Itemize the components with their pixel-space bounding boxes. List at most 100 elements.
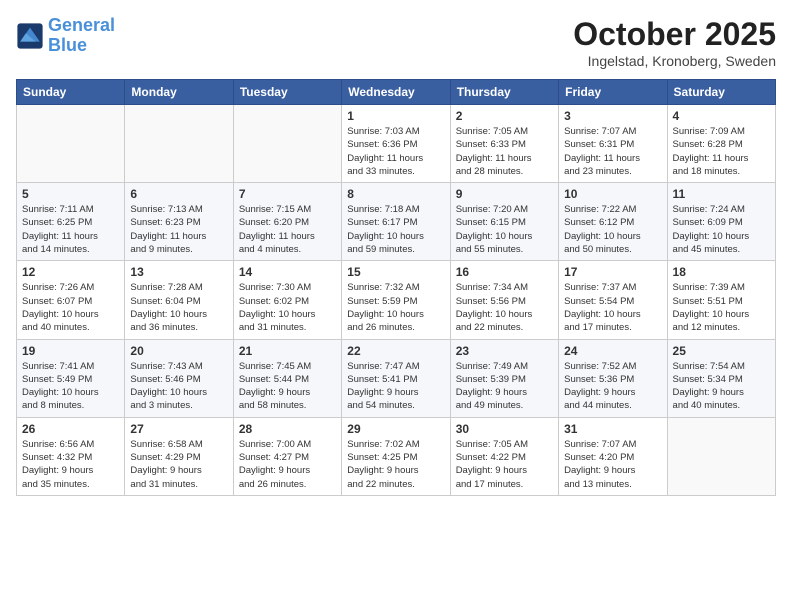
day-content: Sunrise: 7:03 AM Sunset: 6:36 PM Dayligh… [347,125,444,178]
calendar-day-cell: 14 Sunrise: 7:30 AM Sunset: 6:02 PM Dayli… [233,261,341,339]
day-number: 14 [239,265,336,279]
logo-text: GeneralBlue [48,16,115,56]
day-number: 2 [456,109,553,123]
calendar-week-row: 26 Sunrise: 6:56 AM Sunset: 4:32 PM Dayli… [17,417,776,495]
day-number: 15 [347,265,444,279]
day-content: Sunrise: 7:54 AM Sunset: 5:34 PM Dayligh… [673,360,770,413]
day-number: 21 [239,344,336,358]
calendar-week-row: 5 Sunrise: 7:11 AM Sunset: 6:25 PM Daylig… [17,183,776,261]
calendar-empty-cell [125,105,233,183]
calendar-day-cell: 9 Sunrise: 7:20 AM Sunset: 6:15 PM Daylig… [450,183,558,261]
title-block: October 2025 Ingelstad, Kronoberg, Swede… [573,16,776,69]
calendar-empty-cell [667,417,775,495]
day-number: 3 [564,109,661,123]
month-title: October 2025 [573,16,776,53]
calendar-week-row: 19 Sunrise: 7:41 AM Sunset: 5:49 PM Dayli… [17,339,776,417]
day-content: Sunrise: 7:34 AM Sunset: 5:56 PM Dayligh… [456,281,553,334]
calendar-day-cell: 13Sunrise: 7:28 AM Sunset: 6:04 PM Dayli… [125,261,233,339]
calendar-day-cell: 26 Sunrise: 6:56 AM Sunset: 4:32 PM Dayli… [17,417,125,495]
calendar-day-cell: 19 Sunrise: 7:41 AM Sunset: 5:49 PM Dayli… [17,339,125,417]
calendar-week-row: 12Sunrise: 7:26 AM Sunset: 6:07 PM Dayli… [17,261,776,339]
day-content: Sunrise: 7:05 AM Sunset: 6:33 PM Dayligh… [456,125,553,178]
day-number: 22 [347,344,444,358]
day-number: 25 [673,344,770,358]
day-of-week-header: Tuesday [233,80,341,105]
day-content: Sunrise: 7:30 AM Sunset: 6:02 PM Dayligh… [239,281,336,334]
day-number: 28 [239,422,336,436]
calendar-day-cell: 4Sunrise: 7:09 AM Sunset: 6:28 PM Daylig… [667,105,775,183]
calendar-empty-cell [17,105,125,183]
calendar-day-cell: 25 Sunrise: 7:54 AM Sunset: 5:34 PM Dayli… [667,339,775,417]
day-content: Sunrise: 7:24 AM Sunset: 6:09 PM Dayligh… [673,203,770,256]
location: Ingelstad, Kronoberg, Sweden [573,53,776,69]
day-number: 8 [347,187,444,201]
day-content: Sunrise: 7:18 AM Sunset: 6:17 PM Dayligh… [347,203,444,256]
day-of-week-header: Monday [125,80,233,105]
day-number: 17 [564,265,661,279]
day-content: Sunrise: 7:39 AM Sunset: 5:51 PM Dayligh… [673,281,770,334]
calendar-day-cell: 17 Sunrise: 7:37 AM Sunset: 5:54 PM Dayli… [559,261,667,339]
day-number: 31 [564,422,661,436]
calendar-day-cell: 15Sunrise: 7:32 AM Sunset: 5:59 PM Dayli… [342,261,450,339]
calendar-day-cell: 12Sunrise: 7:26 AM Sunset: 6:07 PM Dayli… [17,261,125,339]
day-content: Sunrise: 7:52 AM Sunset: 5:36 PM Dayligh… [564,360,661,413]
calendar-header-row: SundayMondayTuesdayWednesdayThursdayFrid… [17,80,776,105]
calendar-day-cell: 21 Sunrise: 7:45 AM Sunset: 5:44 PM Dayli… [233,339,341,417]
calendar-day-cell: 5 Sunrise: 7:11 AM Sunset: 6:25 PM Daylig… [17,183,125,261]
calendar-day-cell: 7Sunrise: 7:15 AM Sunset: 6:20 PM Daylig… [233,183,341,261]
page: GeneralBlue October 2025 Ingelstad, Kron… [0,0,792,612]
logo-icon [16,22,44,50]
day-number: 24 [564,344,661,358]
calendar-day-cell: 3 Sunrise: 7:07 AM Sunset: 6:31 PM Daylig… [559,105,667,183]
day-number: 10 [564,187,661,201]
day-number: 26 [22,422,119,436]
day-content: Sunrise: 7:47 AM Sunset: 5:41 PM Dayligh… [347,360,444,413]
day-content: Sunrise: 7:45 AM Sunset: 5:44 PM Dayligh… [239,360,336,413]
day-number: 4 [673,109,770,123]
calendar: SundayMondayTuesdayWednesdayThursdayFrid… [16,79,776,496]
calendar-day-cell: 27Sunrise: 6:58 AM Sunset: 4:29 PM Dayli… [125,417,233,495]
day-content: Sunrise: 7:13 AM Sunset: 6:23 PM Dayligh… [130,203,227,256]
day-content: Sunrise: 7:37 AM Sunset: 5:54 PM Dayligh… [564,281,661,334]
day-number: 6 [130,187,227,201]
calendar-day-cell: 10Sunrise: 7:22 AM Sunset: 6:12 PM Dayli… [559,183,667,261]
day-content: Sunrise: 7:20 AM Sunset: 6:15 PM Dayligh… [456,203,553,256]
day-number: 16 [456,265,553,279]
calendar-day-cell: 18 Sunrise: 7:39 AM Sunset: 5:51 PM Dayli… [667,261,775,339]
day-of-week-header: Thursday [450,80,558,105]
calendar-day-cell: 8 Sunrise: 7:18 AM Sunset: 6:17 PM Daylig… [342,183,450,261]
day-content: Sunrise: 6:56 AM Sunset: 4:32 PM Dayligh… [22,438,119,491]
day-number: 20 [130,344,227,358]
logo: GeneralBlue [16,16,115,56]
calendar-day-cell: 28Sunrise: 7:00 AM Sunset: 4:27 PM Dayli… [233,417,341,495]
day-content: Sunrise: 7:49 AM Sunset: 5:39 PM Dayligh… [456,360,553,413]
calendar-day-cell: 20Sunrise: 7:43 AM Sunset: 5:46 PM Dayli… [125,339,233,417]
calendar-week-row: 1 Sunrise: 7:03 AM Sunset: 6:36 PM Daylig… [17,105,776,183]
calendar-day-cell: 6 Sunrise: 7:13 AM Sunset: 6:23 PM Daylig… [125,183,233,261]
day-content: Sunrise: 7:07 AM Sunset: 6:31 PM Dayligh… [564,125,661,178]
day-number: 19 [22,344,119,358]
day-number: 23 [456,344,553,358]
calendar-day-cell: 30Sunrise: 7:05 AM Sunset: 4:22 PM Dayli… [450,417,558,495]
day-number: 29 [347,422,444,436]
calendar-day-cell: 22 Sunrise: 7:47 AM Sunset: 5:41 PM Dayli… [342,339,450,417]
day-content: Sunrise: 7:41 AM Sunset: 5:49 PM Dayligh… [22,360,119,413]
calendar-day-cell: 11Sunrise: 7:24 AM Sunset: 6:09 PM Dayli… [667,183,775,261]
day-content: Sunrise: 7:05 AM Sunset: 4:22 PM Dayligh… [456,438,553,491]
day-number: 27 [130,422,227,436]
day-content: Sunrise: 7:28 AM Sunset: 6:04 PM Dayligh… [130,281,227,334]
day-content: Sunrise: 7:11 AM Sunset: 6:25 PM Dayligh… [22,203,119,256]
day-number: 9 [456,187,553,201]
calendar-day-cell: 23 Sunrise: 7:49 AM Sunset: 5:39 PM Dayli… [450,339,558,417]
day-number: 7 [239,187,336,201]
day-of-week-header: Wednesday [342,80,450,105]
day-number: 12 [22,265,119,279]
calendar-day-cell: 1 Sunrise: 7:03 AM Sunset: 6:36 PM Daylig… [342,105,450,183]
day-number: 5 [22,187,119,201]
day-of-week-header: Sunday [17,80,125,105]
calendar-day-cell: 29Sunrise: 7:02 AM Sunset: 4:25 PM Dayli… [342,417,450,495]
day-number: 18 [673,265,770,279]
day-number: 1 [347,109,444,123]
calendar-day-cell: 24 Sunrise: 7:52 AM Sunset: 5:36 PM Dayli… [559,339,667,417]
day-of-week-header: Friday [559,80,667,105]
